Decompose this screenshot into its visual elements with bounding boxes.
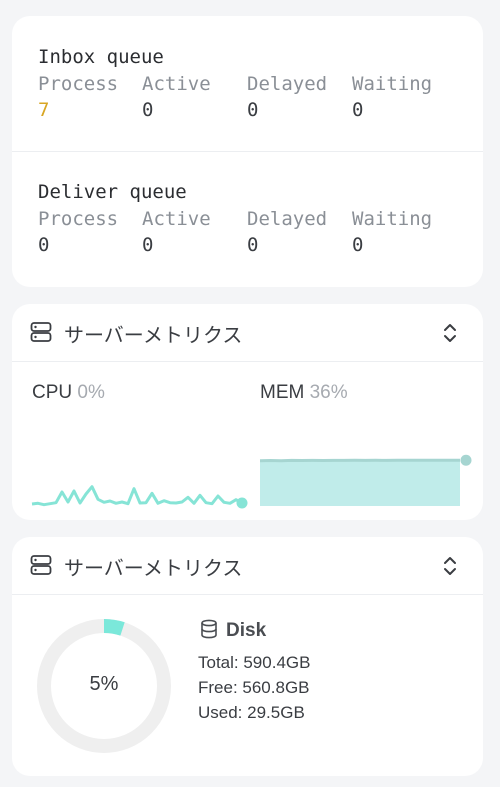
inbox-process-value: 7 — [38, 99, 50, 121]
inbox-process: Process 7 — [38, 72, 148, 124]
disk-metrics-title: サーバーメトリクス — [64, 556, 243, 580]
deliver-delayed-label: Delayed — [247, 208, 328, 230]
mem-label-text: MEM — [260, 382, 305, 403]
server-metrics-header[interactable]: サーバーメトリクス — [12, 304, 483, 362]
disk-free: Free: 560.8GB — [198, 678, 310, 697]
mem-series-area — [260, 460, 460, 506]
deliver-active: Active 0 — [142, 207, 252, 259]
deliver-waiting-label: Waiting — [352, 208, 433, 230]
server-icon — [30, 555, 52, 575]
disk-heading-label: Disk — [226, 620, 267, 641]
deliver-waiting: Waiting 0 — [352, 207, 462, 259]
disk-usage-percent: 5% — [89, 673, 119, 695]
mem-last-point — [460, 454, 472, 466]
database-icon — [201, 619, 217, 639]
inbox-delayed-label: Delayed — [247, 73, 328, 95]
inbox-waiting-label: Waiting — [352, 73, 433, 95]
disk-total: Total: 590.4GB — [198, 653, 311, 672]
cpu-percent: 0% — [77, 382, 105, 403]
inbox-active: Active 0 — [142, 72, 252, 124]
cpu-last-point — [236, 497, 248, 509]
mem-label: MEM 36% — [260, 382, 348, 404]
queue-card: Inbox queue Process 7 Active 0 Delayed 0… — [12, 16, 483, 287]
inbox-active-value: 0 — [142, 99, 154, 121]
disk-metrics-header[interactable]: サーバーメトリクス — [12, 537, 483, 595]
cpu-label: CPU 0% — [32, 382, 105, 404]
deliver-process-label: Process — [38, 208, 119, 230]
inbox-waiting: Waiting 0 — [352, 72, 462, 124]
deliver-queue-title: Deliver queue — [38, 181, 187, 203]
cpu-series-line — [31, 485, 243, 507]
cpu-label-text: CPU — [32, 382, 73, 403]
disk-used: Used: 29.5GB — [198, 703, 305, 722]
inbox-delayed-value: 0 — [247, 99, 259, 121]
deliver-delayed: Delayed 0 — [247, 207, 357, 259]
inbox-process-label: Process — [38, 73, 119, 95]
deliver-delayed-value: 0 — [247, 234, 259, 256]
server-metrics-card: サーバーメトリクス CPU 0% MEM 36% — [12, 304, 483, 520]
deliver-process: Process 0 — [38, 207, 148, 259]
deliver-process-value: 0 — [38, 234, 50, 256]
chevron-updown-icon[interactable] — [439, 320, 461, 346]
deliver-active-value: 0 — [142, 234, 154, 256]
deliver-active-label: Active — [142, 208, 211, 230]
server-metrics-title: サーバーメトリクス — [64, 323, 243, 347]
inbox-active-label: Active — [142, 73, 211, 95]
queue-divider — [12, 151, 483, 152]
inbox-queue-title: Inbox queue — [38, 46, 164, 68]
inbox-delayed: Delayed 0 — [247, 72, 357, 124]
chevron-updown-icon[interactable] — [439, 553, 461, 579]
inbox-waiting-value: 0 — [352, 99, 364, 121]
cpu-sparkline — [31, 485, 248, 509]
disk-metrics-card: サーバーメトリクス 5% Disk Total: 590.4GB Free: 5… — [12, 537, 483, 776]
mem-area-chart — [259, 454, 472, 506]
server-icon — [30, 322, 52, 342]
deliver-waiting-value: 0 — [352, 234, 364, 256]
mem-percent: 36% — [309, 382, 348, 403]
disk-heading: Disk — [200, 619, 266, 642]
